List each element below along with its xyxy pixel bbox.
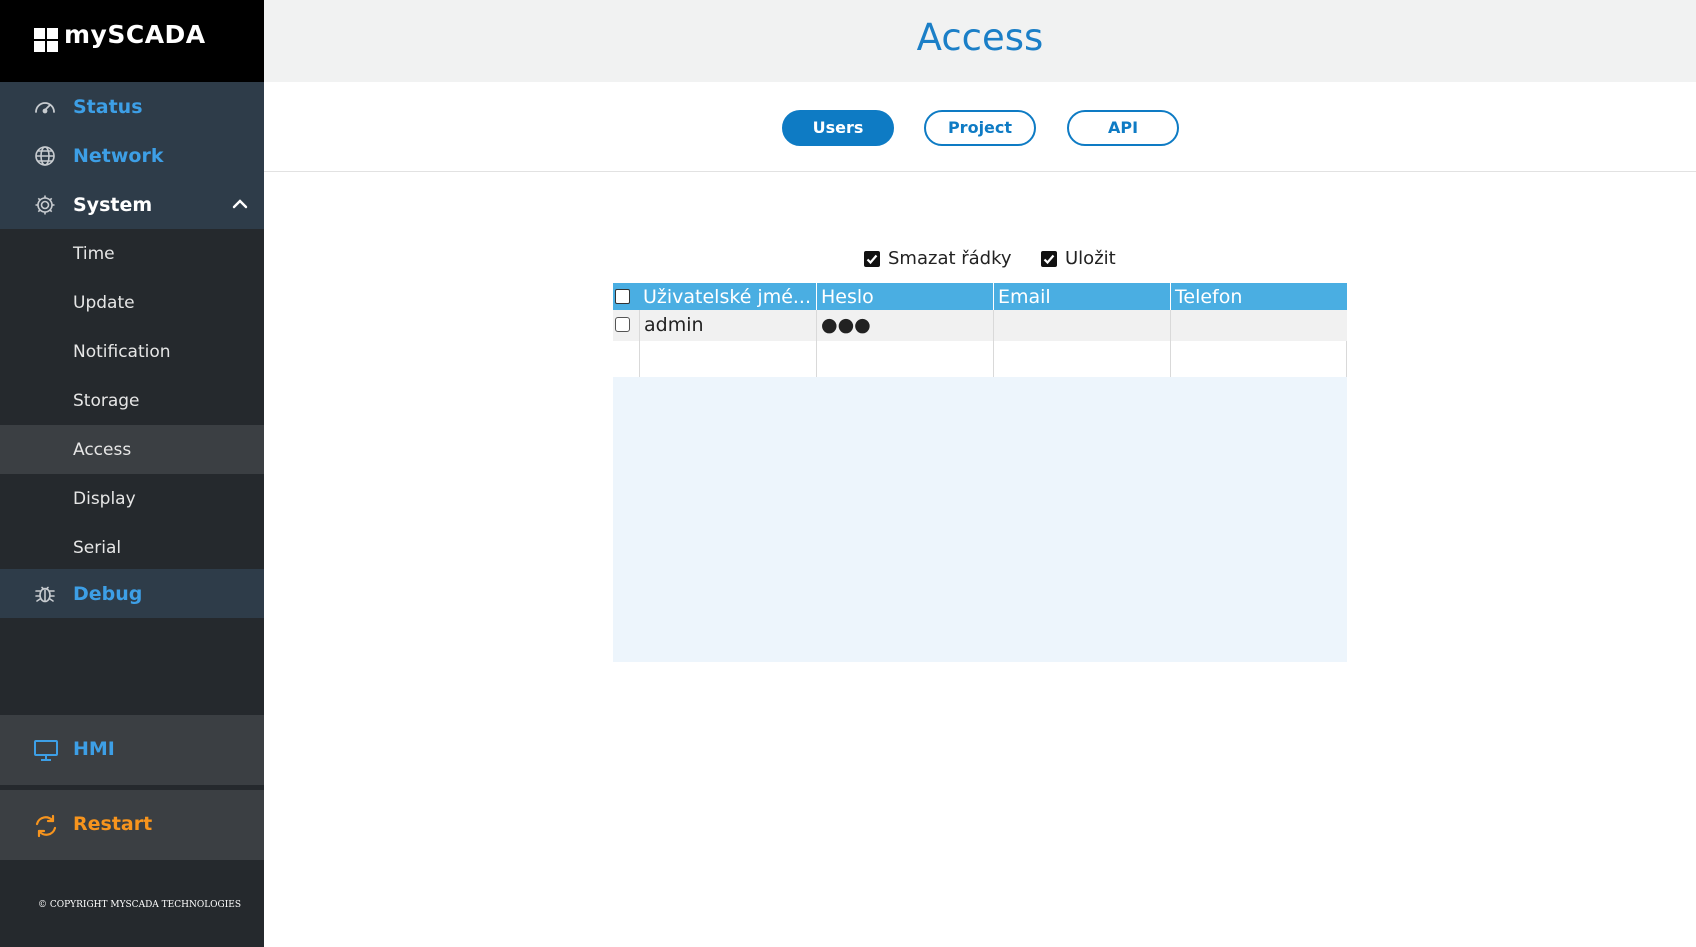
tab-api[interactable]: API [1067, 110, 1179, 146]
new-cell-email[interactable] [993, 341, 1170, 377]
nav-network-label: Network [73, 145, 164, 167]
new-cell-phone[interactable] [1170, 341, 1347, 377]
monitor-icon [34, 740, 58, 761]
delete-rows-checkbox[interactable] [864, 251, 880, 267]
nav-debug-label: Debug [73, 583, 143, 605]
sidebar-item-label: Notification [73, 342, 171, 362]
nav-debug[interactable]: Debug [0, 569, 264, 618]
sidebar-item-notification[interactable]: Notification [0, 327, 264, 376]
sidebar-item-serial[interactable]: Serial [0, 523, 264, 572]
gauge-icon [35, 102, 55, 114]
select-all-checkbox[interactable] [615, 289, 630, 304]
logo-text: mySCADA [64, 20, 206, 49]
page-header: Access [264, 0, 1696, 82]
table-header: Uživatelské jmé... Heslo Email Telefon [613, 283, 1347, 310]
sidebar-item-storage[interactable]: Storage [0, 376, 264, 425]
column-header-username[interactable]: Uživatelské jmé... [639, 283, 816, 310]
new-cell-password[interactable] [816, 341, 993, 377]
sidebar-item-label: Serial [73, 538, 122, 558]
tab-users[interactable]: Users [782, 110, 894, 146]
chevron-up-icon[interactable] [230, 194, 250, 214]
sidebar-item-label: Display [73, 489, 136, 509]
bug-icon [35, 586, 55, 603]
new-cell-username[interactable] [639, 341, 816, 377]
save-checkbox[interactable] [1041, 251, 1057, 267]
logo[interactable]: mySCADA [0, 0, 264, 82]
globe-icon [35, 146, 55, 166]
column-header-password[interactable]: Heslo [816, 283, 993, 310]
nav-hmi-label: HMI [73, 738, 115, 760]
gear-icon [35, 195, 55, 215]
nav-restart-label: Restart [73, 813, 153, 835]
sidebar-item-label: Storage [73, 391, 140, 411]
nav-network[interactable]: Network [0, 131, 264, 180]
save-label: Uložit [1065, 248, 1116, 269]
tab-bar: Users Project API [264, 82, 1696, 172]
cell-username[interactable]: admin [639, 310, 816, 341]
cell-email[interactable] [993, 310, 1170, 341]
sidebar: mySCADA Status Network System Time Updat… [0, 0, 264, 947]
row-checkbox[interactable] [615, 317, 630, 332]
column-header-phone[interactable]: Telefon [1170, 283, 1347, 310]
page-title: Access [916, 16, 1044, 59]
sidebar-item-display[interactable]: Display [0, 474, 264, 523]
nav-hmi[interactable]: HMI [0, 715, 264, 785]
sidebar-item-label: Update [73, 293, 135, 313]
restart-button[interactable]: Restart [0, 790, 264, 860]
table-row-new[interactable] [613, 341, 1347, 377]
nav-system[interactable]: System [0, 180, 264, 229]
tab-project[interactable]: Project [924, 110, 1036, 146]
nav-status-label: Status [73, 96, 143, 118]
sidebar-item-access[interactable]: Access [0, 425, 264, 474]
cell-password[interactable]: ●●● [816, 310, 993, 341]
delete-rows-option[interactable]: Smazat řádky [864, 248, 1014, 272]
logo-mark-icon [34, 28, 58, 52]
nav-status[interactable]: Status [0, 82, 264, 131]
sidebar-item-time[interactable]: Time [0, 229, 264, 278]
delete-rows-label: Smazat řádky [888, 248, 1012, 269]
cell-phone[interactable] [1170, 310, 1347, 341]
users-table: Uživatelské jmé... Heslo Email Telefon a… [613, 283, 1347, 662]
save-option[interactable]: Uložit [1041, 248, 1131, 272]
refresh-icon [35, 814, 57, 838]
sidebar-item-update[interactable]: Update [0, 278, 264, 327]
copyright-text: © COPYRIGHT MYSCADA TECHNOLOGIES [38, 900, 242, 910]
table-row[interactable]: admin ●●● [613, 310, 1347, 341]
nav-system-label: System [73, 194, 153, 216]
sidebar-item-label: Access [73, 440, 132, 460]
column-header-email[interactable]: Email [993, 283, 1170, 310]
sidebar-item-label: Time [73, 244, 115, 264]
